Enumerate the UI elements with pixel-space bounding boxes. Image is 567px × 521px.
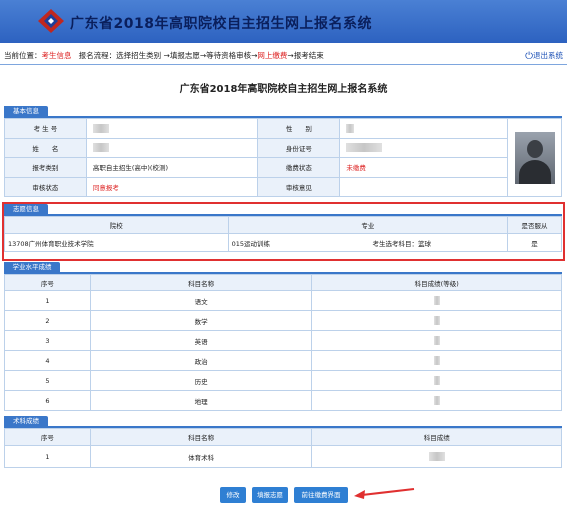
row-no: 1	[4, 290, 91, 311]
logout-label: 退出系统	[533, 51, 563, 60]
table-row: 6 地理	[4, 390, 562, 411]
obey-value: 是	[507, 233, 562, 252]
go-pay-button[interactable]: 前往缴费界面	[294, 487, 348, 503]
row-subject: 英语	[89, 330, 313, 351]
row-subject: 政治	[89, 350, 313, 371]
col-no: 序号	[4, 274, 91, 291]
flow-step-4: 网上缴费	[257, 51, 288, 60]
location-label: 当前位置：	[4, 51, 42, 60]
grade-redacted	[433, 296, 440, 305]
col-grade: 科目成绩(等级)	[311, 274, 562, 291]
row-no: 4	[4, 350, 91, 371]
exam-no-label: 考 生 号	[4, 118, 87, 139]
major-value: 015运动训练	[231, 239, 271, 248]
avatar	[514, 131, 555, 184]
flow-step-5: 报考结束	[293, 51, 324, 60]
row-no: 3	[4, 330, 91, 351]
table-row: 3 英语	[4, 330, 562, 351]
power-icon: ⏻	[525, 51, 533, 62]
pay-label: 缴费状态	[257, 157, 341, 178]
flow-step-3: 等待资格审核	[206, 51, 252, 60]
skill-table: 序号 科目名称 科目成绩 1 体育术科	[4, 428, 562, 468]
opinion-label: 审核意见	[257, 176, 341, 197]
school-value: 13708广州体育职业技术学院	[4, 233, 229, 252]
table-row: 5 历史	[4, 370, 562, 391]
col-major: 专业	[227, 216, 509, 234]
name-value-redacted	[92, 143, 109, 153]
audit-status: 同意报考	[85, 176, 259, 197]
id-label: 身份证号	[257, 137, 341, 158]
row-subject: 语文	[89, 290, 313, 311]
page-title: 广东省2018年高职院校自主招生网上报名系统	[179, 84, 388, 95]
score-redacted	[428, 452, 445, 461]
table-row: 1 语文	[4, 290, 562, 311]
flow-step-1: 选择招生类别	[116, 51, 162, 60]
fill-volunteer-button[interactable]: 填报志愿	[252, 487, 288, 503]
pay-status: 未缴费	[339, 157, 508, 178]
row-subject: 体育术科	[89, 445, 313, 468]
name-label: 姓 名	[4, 137, 87, 158]
col-obey: 是否服从	[507, 216, 562, 234]
row-no: 5	[4, 370, 91, 391]
location-value: 考生信息	[41, 51, 72, 60]
grade-redacted	[433, 336, 440, 345]
volunteer-table: 院校 专业 是否服从 13708广州体育职业技术学院 015运动训练 考生选考科…	[4, 216, 562, 252]
gender-label: 性 别	[257, 118, 341, 139]
row-no: 1	[4, 445, 91, 468]
col-score: 科目成绩	[311, 428, 562, 446]
status-bar: 当前位置：考生信息 报名流程：选择招生类别 →填报志愿→等待资格审核→网上缴费→…	[0, 47, 567, 65]
row-subject: 历史	[89, 370, 313, 391]
category-label: 报考类别	[4, 157, 87, 178]
subject-value: 考生选考科目：篮球	[372, 239, 432, 248]
opinion-value	[339, 176, 508, 197]
app-title: 广东省2018年高职院校自主招生网上报名系统	[70, 16, 372, 32]
col-subject: 科目名称	[89, 274, 313, 291]
basic-info-table: 考 生 号 性 别 姓 名 身份证号 报考类别 高职自主招生(高中)(校测) 缴…	[4, 118, 562, 197]
grade-redacted	[433, 376, 440, 385]
modify-button[interactable]: 修改	[220, 487, 246, 503]
grade-redacted	[433, 356, 440, 365]
logout-link[interactable]: ⏻退出系统	[525, 47, 563, 66]
row-no: 6	[4, 390, 91, 411]
col-subject: 科目名称	[89, 428, 313, 446]
col-no: 序号	[4, 428, 91, 446]
arrow-left-icon	[354, 488, 415, 499]
gender-value-redacted	[346, 123, 355, 133]
category-value: 高职自主招生(高中)(校测)	[85, 157, 259, 178]
flow-step-2: 填报志愿	[169, 51, 200, 60]
app-header: 广东省2018年高职院校自主招生网上报名系统	[0, 0, 567, 43]
exam-no-value-redacted	[92, 123, 109, 133]
logo-icon	[38, 9, 64, 33]
row-subject: 数学	[89, 310, 313, 331]
table-row: 2 数学	[4, 310, 562, 331]
table-row: 4 政治	[4, 350, 562, 371]
grade-redacted	[433, 396, 440, 405]
col-school: 院校	[4, 216, 229, 234]
table-row: 1 体育术科	[4, 445, 562, 468]
row-no: 2	[4, 310, 91, 331]
id-value-redacted	[346, 143, 383, 153]
flow-label: 报名流程：	[78, 51, 117, 60]
audit-label: 审核状态	[4, 176, 87, 197]
row-subject: 地理	[89, 390, 313, 411]
academic-table: 序号 科目名称 科目成绩(等级) 1 语文 2 数学 3 英语 4 政治 5 历…	[4, 274, 562, 411]
grade-redacted	[433, 316, 440, 325]
